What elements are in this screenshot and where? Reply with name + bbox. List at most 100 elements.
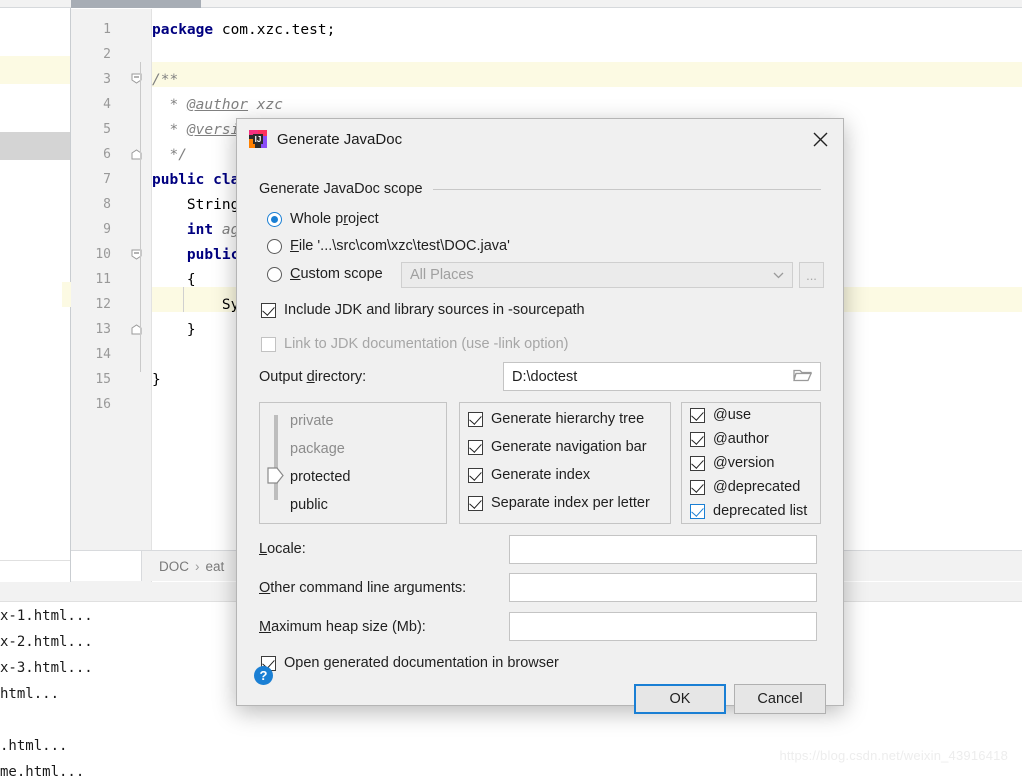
line-number: 12 <box>95 297 111 312</box>
radio-label: Whole project <box>290 211 379 227</box>
close-icon[interactable] <box>797 119 843 159</box>
console-line: x-1.html... <box>0 608 93 624</box>
checkbox-indicator <box>468 439 483 455</box>
checkbox-generate-navigation-bar[interactable]: Generate navigation bar <box>468 439 647 455</box>
watermark: https://blog.csdn.net/weixin_43916418 <box>779 748 1008 763</box>
output-directory-label: Output directory: <box>259 369 367 385</box>
custom-scope-value: All Places <box>410 267 474 283</box>
breadcrumb[interactable]: DOC › eat <box>159 559 224 574</box>
cancel-button[interactable]: Cancel <box>734 684 826 714</box>
line-number: 9 <box>103 222 111 237</box>
tag-options-panel[interactable]: @use @author @version @deprecated deprec… <box>681 402 821 524</box>
checkbox-label: Generate hierarchy tree <box>491 411 645 427</box>
checkbox-separate-index-per-letter[interactable]: Separate index per letter <box>468 495 650 511</box>
ok-button[interactable]: OK <box>634 684 726 714</box>
intellij-idea-icon: IJ <box>249 130 267 148</box>
checkbox-link-jdk-docs[interactable]: Link to JDK documentation (use -link opt… <box>261 336 569 352</box>
max-heap-field[interactable] <box>509 612 817 641</box>
dialog-titlebar: IJ Generate JavaDoc <box>237 119 843 159</box>
caret-row-highlight <box>152 62 1022 87</box>
checkbox-open-in-browser[interactable]: Open generated documentation in browser <box>261 655 559 671</box>
output-directory-value: D:\doctest <box>512 368 578 385</box>
line-number: 13 <box>95 322 111 337</box>
code-line-5: * @versio <box>152 122 249 138</box>
generate-javadoc-dialog[interactable]: IJ Generate JavaDoc Generate JavaDoc sco… <box>236 118 844 714</box>
visibility-slider-panel[interactable]: private package protected public <box>259 402 447 524</box>
line-number: 1 <box>103 22 111 37</box>
line-number: 14 <box>95 347 111 362</box>
visibility-level-protected[interactable]: protected <box>290 469 350 485</box>
output-directory-field[interactable]: D:\doctest <box>503 362 821 391</box>
line-number: 7 <box>103 172 111 187</box>
generate-options-panel[interactable]: Generate hierarchy tree Generate navigat… <box>459 402 671 524</box>
visibility-level-public[interactable]: public <box>290 497 328 513</box>
editor-tab-active[interactable] <box>71 0 201 8</box>
checkbox-include-jdk-sources[interactable]: Include JDK and library sources in -sour… <box>261 302 585 318</box>
help-button[interactable]: ? <box>254 666 273 685</box>
dialog-title: Generate JavaDoc <box>277 130 403 148</box>
checkbox-label: @deprecated <box>713 479 801 495</box>
radio-label: Custom scope <box>290 266 383 282</box>
project-tool-window[interactable] <box>0 0 71 582</box>
code-line-8: String <box>152 197 240 213</box>
chevron-down-icon <box>773 267 784 283</box>
checkbox-label: Generate index <box>491 467 591 483</box>
custom-scope-combobox[interactable]: All Places <box>401 262 793 288</box>
dialog-body: Generate JavaDoc scope Whole project Fil… <box>237 159 843 714</box>
editor-tab-strip[interactable] <box>71 0 1022 8</box>
breadcrumb-leaf[interactable]: eat <box>206 559 225 574</box>
console-line: x-3.html... <box>0 660 93 676</box>
console-line: .html... <box>0 738 68 754</box>
line-number: 8 <box>103 197 111 212</box>
project-panel-divider <box>0 560 70 561</box>
visibility-level-private[interactable]: private <box>290 413 334 429</box>
checkbox-deprecated-list[interactable]: deprecated list <box>690 503 807 519</box>
code-line-15: } <box>152 372 161 388</box>
scope-group-label: Generate JavaDoc scope <box>259 181 423 197</box>
folder-icon[interactable] <box>793 367 812 386</box>
locale-field[interactable] <box>509 535 817 564</box>
radio-whole-project[interactable]: Whole project <box>267 211 379 227</box>
checkbox-tag-use[interactable]: @use <box>690 407 751 423</box>
checkbox-label: deprecated list <box>713 503 808 519</box>
svg-text:IJ: IJ <box>255 135 262 144</box>
console-line: x-2.html... <box>0 634 93 650</box>
radio-indicator <box>267 211 282 227</box>
breadcrumb-left-gap <box>71 551 142 581</box>
project-panel-header <box>0 0 71 8</box>
radio-file-scope[interactable]: File '...\src\com\xzc\test\DOC.java' <box>267 238 510 254</box>
checkbox-generate-index[interactable]: Generate index <box>468 467 590 483</box>
locale-label: Locale: <box>259 541 306 557</box>
code-line-1: package com.xzc.test; <box>152 22 336 38</box>
radio-custom-scope[interactable]: Custom scope <box>267 266 383 282</box>
other-args-field[interactable] <box>509 573 817 602</box>
checkbox-tag-author[interactable]: @author <box>690 431 769 447</box>
code-indent-guide <box>140 62 141 372</box>
checkbox-indicator <box>690 479 705 495</box>
checkbox-label: Generate navigation bar <box>491 439 647 455</box>
line-number: 4 <box>103 97 111 112</box>
radio-indicator <box>267 266 282 282</box>
project-row-highlight-2 <box>62 282 71 307</box>
breadcrumb-root[interactable]: DOC <box>159 559 189 574</box>
console-line: me.html... <box>0 764 85 780</box>
checkbox-label: Open generated documentation in browser <box>284 655 559 671</box>
visibility-level-package[interactable]: package <box>290 441 345 457</box>
checkbox-generate-hierarchy-tree[interactable]: Generate hierarchy tree <box>468 411 644 427</box>
scope-group-header: Generate JavaDoc scope <box>259 181 821 197</box>
code-line-9: int ag <box>152 222 240 238</box>
code-line-11: { <box>152 272 196 288</box>
other-args-label: Other command line arguments: <box>259 580 467 596</box>
checkbox-tag-deprecated[interactable]: @deprecated <box>690 479 800 495</box>
radio-label: File '...\src\com\xzc\test\DOC.java' <box>290 238 510 254</box>
checkbox-label: @author <box>713 431 769 447</box>
code-line-3: /** <box>152 72 179 88</box>
code-line-12: Sy <box>152 297 240 313</box>
line-number: 15 <box>95 372 111 387</box>
checkbox-label: Include JDK and library sources in -sour… <box>284 302 585 318</box>
group-divider <box>432 188 821 190</box>
custom-scope-browse-button[interactable]: ... <box>799 262 824 288</box>
checkbox-indicator <box>468 411 483 427</box>
visibility-slider-thumb[interactable] <box>267 466 284 489</box>
checkbox-tag-version[interactable]: @version <box>690 455 774 471</box>
